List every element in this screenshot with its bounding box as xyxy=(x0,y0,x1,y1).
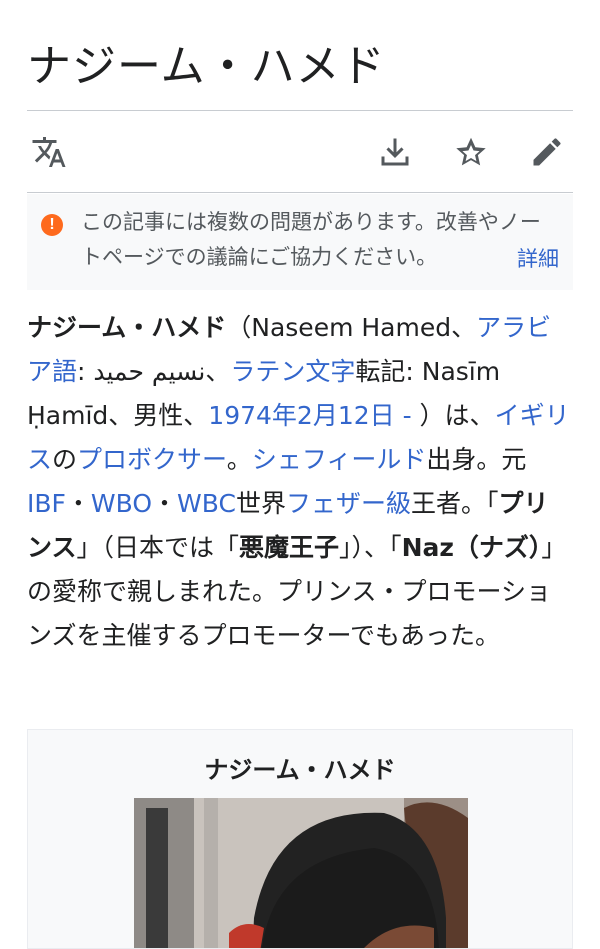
title-divider xyxy=(27,110,573,111)
edit-icon[interactable] xyxy=(529,134,565,170)
notice-message: この記事には複数の問題があります。改善やノートページでの議論にご協力ください。 xyxy=(81,210,541,269)
infobox-photo[interactable] xyxy=(134,798,468,948)
lead-text: 出身。元 xyxy=(426,445,527,474)
lead-text: : نسيم حميد、 xyxy=(77,357,231,386)
link-ibf[interactable]: IBF xyxy=(27,489,66,518)
download-icon[interactable] xyxy=(377,134,413,170)
link-pro-boxer[interactable]: プロボクサー xyxy=(77,445,227,474)
nickname-naz: Naz（ナズ） xyxy=(401,533,542,562)
lead-text: の xyxy=(52,445,78,474)
translate-icon[interactable] xyxy=(31,134,67,170)
lead-text: 」）、「 xyxy=(339,533,402,562)
lead-text: 。 xyxy=(226,445,252,474)
lead-text: ・ xyxy=(65,489,91,518)
link-birth-date[interactable]: 1974年2月12日 - xyxy=(208,401,411,430)
link-wbo[interactable]: WBO xyxy=(91,489,152,518)
link-featherweight[interactable]: フェザー級 xyxy=(286,489,411,518)
lead-text: ）は、 xyxy=(411,401,495,430)
infobox: ナジーム・ハメド xyxy=(27,729,573,949)
star-icon[interactable] xyxy=(453,134,489,170)
nickname-devil-prince: 悪魔王子 xyxy=(239,533,340,562)
link-latin-script[interactable]: ラテン文字 xyxy=(230,357,355,386)
link-wbc[interactable]: WBC xyxy=(177,489,236,518)
lead-paragraph: ナジーム・ハメド（Naseem Hamed、アラビア語: نسيم حميد、ラ… xyxy=(27,306,573,658)
lead-text: 」（日本では「 xyxy=(76,533,240,562)
link-sheffield[interactable]: シェフィールド xyxy=(252,445,427,474)
page-actions-toolbar xyxy=(27,112,573,192)
warning-icon: ! xyxy=(41,214,63,236)
issues-notice[interactable]: ! この記事には複数の問題があります。改善やノートページでの議論にご協力ください… xyxy=(27,194,573,290)
article-subject-name: ナジーム・ハメド xyxy=(27,313,227,342)
lead-text: （Naseem Hamed、 xyxy=(226,313,477,342)
toolbar-divider xyxy=(27,192,573,193)
infobox-title: ナジーム・ハメド xyxy=(204,756,396,784)
page-title: ナジーム・ハメド xyxy=(27,41,386,92)
article-page: ナジーム・ハメド ! この記事には複数の問題があります。改善やノートページでの議… xyxy=(0,0,600,949)
lead-text: 世界 xyxy=(235,489,286,518)
lead-text: ・ xyxy=(152,489,178,518)
lead-text: 王者。「 xyxy=(410,489,499,518)
notice-details-link[interactable]: 詳細 xyxy=(517,242,559,277)
